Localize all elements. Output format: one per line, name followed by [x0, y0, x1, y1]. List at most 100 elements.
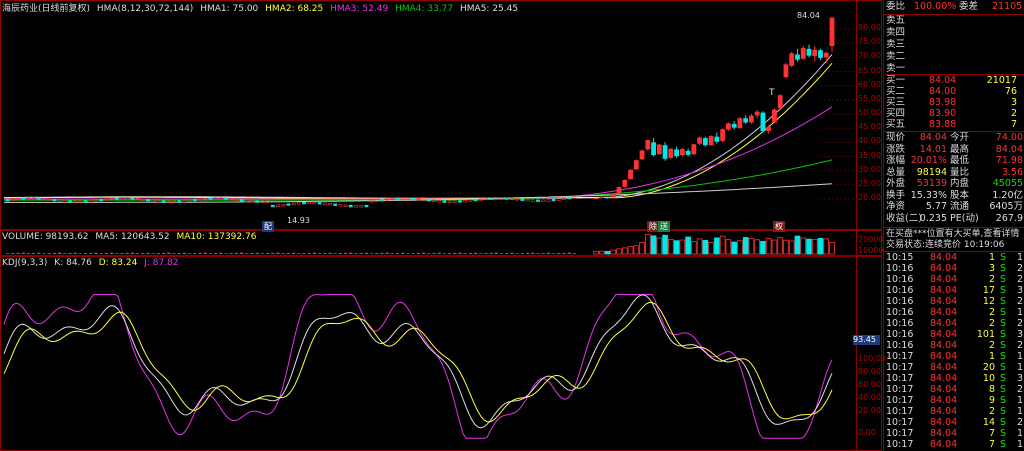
volume-bar [616, 248, 622, 255]
tick-price: 84.04 [930, 318, 958, 329]
volume-bar [338, 253, 342, 254]
tick-row: 10:17 84.04 10 S 3 [884, 373, 1024, 384]
volume-bar [737, 240, 743, 255]
candle-history [187, 199, 192, 202]
volume-bar [416, 252, 420, 254]
volume-bar [115, 253, 119, 254]
weibi-value: 100.00% [914, 1, 957, 12]
candle-body [737, 118, 743, 129]
quote-label: 流通 [950, 201, 970, 212]
kdj-d: D: 83.24 [98, 258, 138, 268]
candle-body [610, 193, 616, 198]
volume-bar [714, 237, 720, 255]
volume-bar [47, 253, 51, 254]
tick-flag: S [999, 417, 1006, 428]
volume-bar [297, 253, 301, 254]
volume-bar [673, 240, 680, 255]
volume-bar [442, 253, 446, 254]
candle-history [536, 199, 540, 202]
tick-price: 84.04 [930, 285, 958, 296]
volume-bar [593, 251, 599, 255]
tick-flag: S [999, 362, 1006, 373]
candle-history [307, 201, 312, 205]
volume-bar [89, 252, 93, 254]
volume-bar [811, 239, 818, 255]
volume-bar [572, 253, 576, 254]
volume-axis-label: 10000 [858, 246, 884, 255]
sell-level-row[interactable]: 卖三 [884, 39, 1024, 51]
volume-bar [505, 252, 509, 254]
tick-volume: 20 [982, 362, 995, 373]
tick-count: 1 [1016, 351, 1023, 362]
volume-bar [725, 239, 732, 255]
volume-bar [245, 253, 249, 254]
quote-label: 最低 [950, 155, 970, 166]
buy-level-row[interactable]: 买五 83.88 7 [884, 119, 1024, 131]
tick-flag: S [999, 329, 1006, 340]
main-chart-svg[interactable] [0, 0, 882, 451]
candle-history [156, 200, 161, 203]
candle-history [255, 200, 260, 203]
volume-bar [6, 253, 10, 254]
tick-volume: 9 [988, 395, 995, 406]
volume-bar [240, 252, 244, 254]
volume-bar [271, 252, 275, 254]
volume-bar [479, 253, 483, 254]
volume-bar [546, 252, 550, 254]
price-axis-label: 30.00 [858, 164, 881, 174]
tick-volume: 1 [988, 351, 995, 362]
volume-bar [68, 252, 72, 254]
sell-level-row[interactable]: 卖五 [884, 15, 1024, 27]
volume-bar [32, 252, 36, 254]
tick-time: 10:16 [886, 274, 914, 285]
sell-level-row[interactable]: 卖二 [884, 51, 1024, 63]
tick-row: 10:17 84.04 7 S 1 [884, 439, 1024, 450]
tick-row: 10:16 84.04 12 S 2 [884, 296, 1024, 307]
tick-time: 10:16 [886, 263, 914, 274]
event-marker[interactable]: 权 [773, 221, 785, 232]
volume-bar [58, 252, 62, 254]
quote-value: 267.9 [995, 212, 1023, 224]
candle-history [26, 197, 31, 200]
volume-bar [656, 237, 663, 255]
volume-bar [266, 253, 270, 254]
chart-area[interactable]: 海辰药业(日线前复权) HMA(8,12,30,72,144) HMA1: 75… [0, 0, 886, 451]
tick-volume: 8 [988, 384, 995, 395]
event-marker[interactable]: 送 [658, 221, 670, 232]
tick-price: 84.04 [930, 439, 958, 450]
volume-bar [63, 253, 67, 254]
price-axis-label: 70.00 [858, 51, 881, 61]
quote-label: PE(动) [950, 212, 979, 224]
tick-count: 1 [1016, 406, 1023, 417]
event-marker[interactable]: 配 [262, 221, 274, 232]
tick-flag: S [999, 307, 1006, 318]
tick-flag: S [999, 384, 1006, 395]
volume-bar [510, 252, 514, 254]
volume-bar [203, 252, 207, 254]
sell-level-row[interactable]: 卖四 [884, 27, 1024, 39]
quote-label: 涨幅 [886, 155, 906, 166]
volume-bar [234, 252, 238, 254]
volume-ma5: MA5: 120643.52 [95, 232, 170, 242]
tick-count: 1 [1016, 428, 1023, 439]
volume-bar [281, 253, 285, 254]
candle-body [749, 115, 754, 123]
kdj-j: J: 87.82 [144, 258, 179, 268]
tick-volume: 10 [982, 373, 995, 384]
quote-label: 收益(二) [886, 212, 922, 224]
volume-bar [146, 252, 150, 254]
kdj-axis-label: 60.00 [858, 380, 881, 389]
candle-history [291, 202, 296, 206]
candle-history [312, 201, 317, 205]
volume-bar [788, 240, 795, 255]
candle-history [114, 197, 119, 200]
tick-price: 84.04 [930, 406, 958, 417]
kdj-axis-label: 80.00 [858, 367, 881, 376]
tick-volume: 2 [988, 406, 995, 417]
volume-bar [468, 252, 472, 254]
volume-bar [193, 253, 197, 254]
volume-bar [349, 252, 353, 254]
tick-time: 10:16 [886, 318, 914, 329]
kdj-axis-label: 40.00 [858, 393, 881, 402]
candle-history [567, 196, 572, 200]
